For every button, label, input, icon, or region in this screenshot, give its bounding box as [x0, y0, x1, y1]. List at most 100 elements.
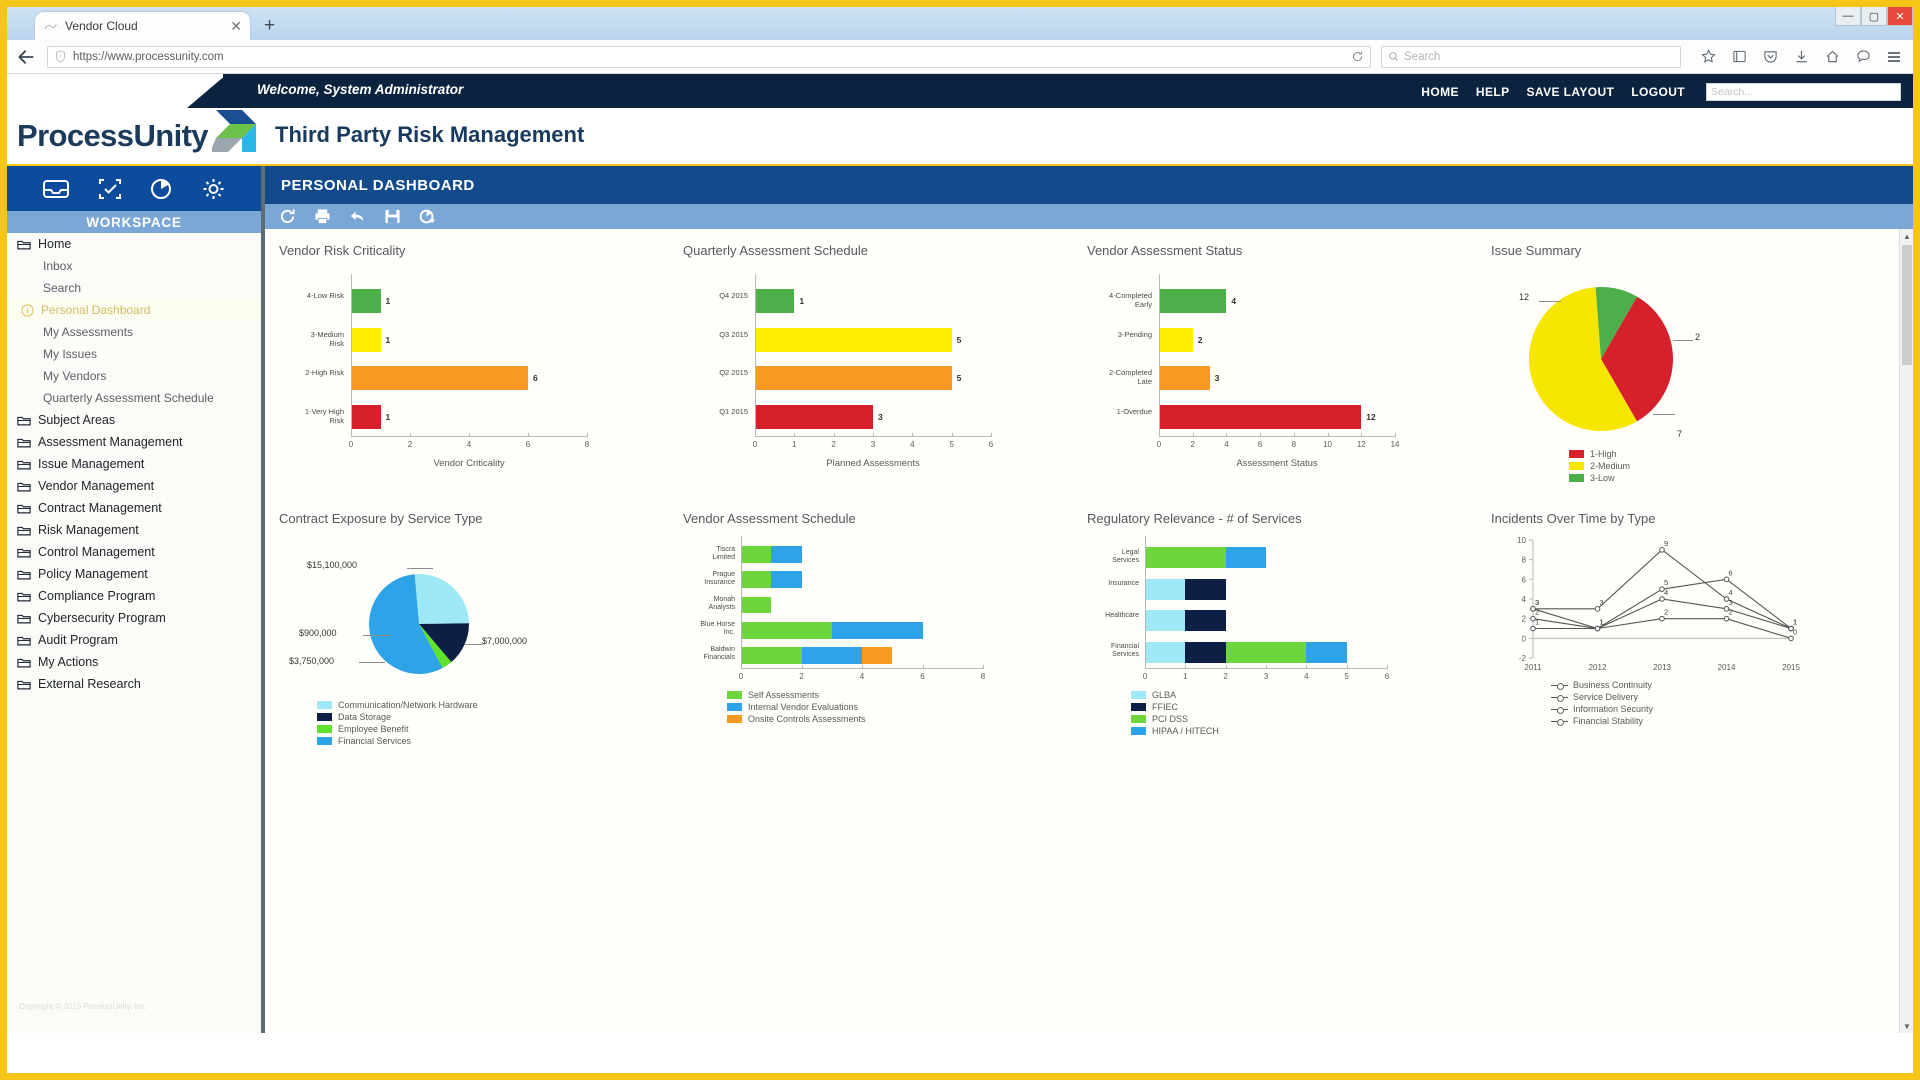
legend-item: GLBA — [1131, 690, 1219, 700]
sidebar-item-inbox[interactable]: Inbox — [7, 255, 261, 277]
x-tick-mark — [1387, 665, 1388, 669]
sidebar-item-subject-areas[interactable]: Subject Areas — [7, 409, 261, 431]
x-tick-mark — [1226, 433, 1227, 437]
refresh-icon[interactable] — [279, 208, 296, 225]
legend-item: Self Assessments — [727, 690, 866, 700]
add-chart-icon[interactable] — [419, 208, 436, 225]
x-tick-label: 2015 — [1782, 663, 1800, 672]
pie-data-label: $7,000,000 — [482, 636, 527, 646]
window-minimize-button[interactable]: — — [1835, 7, 1861, 26]
sidebar-item-policy-management[interactable]: Policy Management — [7, 563, 261, 585]
undo-icon[interactable] — [349, 208, 366, 225]
bar-value-label: 1 — [386, 335, 391, 345]
browser-tab[interactable]: Vendor Cloud ✕ — [35, 12, 250, 40]
hamburger-menu-icon[interactable] — [1883, 46, 1905, 68]
download-icon[interactable] — [1790, 46, 1812, 68]
sidebar-item-issue-management[interactable]: Issue Management — [7, 453, 261, 475]
url-bar[interactable]: i https://www.processunity.com — [47, 46, 1371, 68]
sidebar-item-audit-program[interactable]: Audit Program — [7, 629, 261, 651]
bar-category-label: 2-High Risk — [279, 368, 344, 377]
nav-logout-link[interactable]: LOGOUT — [1631, 85, 1685, 99]
brand-logo[interactable]: ProcessUnity — [17, 112, 268, 160]
data-point — [1789, 636, 1794, 641]
y-axis-line — [755, 274, 756, 436]
legend-label: Self Assessments — [748, 690, 819, 700]
chart-plot-area: $15,100,000$7,000,000$3,750,000$900,000C… — [279, 532, 683, 746]
welcome-message: Welcome, System Administrator — [257, 82, 463, 97]
folder-icon — [17, 503, 31, 514]
page-info-icon[interactable]: i — [54, 50, 67, 63]
scroll-up-icon[interactable]: ▲ — [1900, 229, 1913, 243]
folder-icon — [17, 591, 31, 602]
header-nav: HOME HELP SAVE LAYOUT LOGOUT Search... — [1421, 83, 1901, 101]
chart-title: Contract Exposure by Service Type — [279, 511, 683, 526]
sidebar-item-cybersecurity-program[interactable]: Cybersecurity Program — [7, 607, 261, 629]
bookmark-star-icon[interactable] — [1697, 46, 1719, 68]
browser-search-bar[interactable]: Search — [1381, 46, 1681, 68]
x-tick-label: 4 — [1304, 672, 1308, 681]
vertical-scroll-thumb[interactable] — [1902, 245, 1912, 365]
save-icon[interactable] — [384, 208, 401, 225]
reload-icon[interactable] — [1351, 50, 1364, 63]
gear-icon[interactable] — [201, 177, 226, 201]
line-series — [1533, 599, 1791, 629]
bar-category-label: Prague Insurance — [683, 571, 735, 587]
sidebar-item-vendor-management[interactable]: Vendor Management — [7, 475, 261, 497]
sidebar-item-my-actions[interactable]: My Actions — [7, 651, 261, 673]
sidebar-item-my-vendors[interactable]: My Vendors — [7, 365, 261, 387]
x-tick-label: 3 — [1264, 672, 1268, 681]
y-tick-label: 2 — [1522, 615, 1527, 624]
new-tab-button[interactable]: + — [264, 16, 275, 35]
x-tick-mark — [1145, 665, 1146, 669]
legend-item: Financial Stability — [1551, 716, 1653, 726]
chart-title: Vendor Risk Criticality — [279, 243, 683, 258]
vertical-scrollbar[interactable]: ▲ ▼ — [1899, 229, 1913, 1033]
scroll-down-icon[interactable]: ▼ — [1900, 1019, 1913, 1033]
folder-icon — [17, 481, 31, 492]
assessment-icon[interactable] — [97, 177, 123, 201]
back-arrow-icon[interactable] — [15, 46, 37, 68]
sidebar-item-risk-management[interactable]: Risk Management — [7, 519, 261, 541]
browser-window: Vendor Cloud ✕ + — ▢ ✕ i https://www.pro… — [0, 0, 1920, 1080]
x-tick-mark — [834, 433, 835, 437]
legend-swatch — [317, 737, 332, 745]
sidebar-item-label: My Issues — [43, 347, 97, 361]
pie-leader-line — [407, 568, 433, 569]
legend-swatch — [1569, 462, 1584, 470]
stacked-bar-segment — [1226, 547, 1266, 568]
pocket-icon[interactable] — [1759, 46, 1781, 68]
home-icon[interactable] — [1821, 46, 1843, 68]
sidebar-item-control-management[interactable]: Control Management — [7, 541, 261, 563]
sidebar-item-quarterly-assessment-schedule[interactable]: Quarterly Assessment Schedule — [7, 387, 261, 409]
sidebar-item-my-assessments[interactable]: My Assessments — [7, 321, 261, 343]
reading-list-icon[interactable] — [1728, 46, 1750, 68]
chart-icon[interactable] — [149, 177, 174, 201]
sidebar-item-my-issues[interactable]: My Issues — [7, 343, 261, 365]
sidebar-item-search[interactable]: Search — [7, 277, 261, 299]
sidebar-item-personal-dashboard[interactable]: Personal Dashboard — [7, 299, 261, 321]
x-tick-mark — [912, 433, 913, 437]
sidebar-item-assessment-management[interactable]: Assessment Management — [7, 431, 261, 453]
chart-legend: Self AssessmentsInternal Vendor Evaluati… — [727, 690, 866, 724]
sidebar-item-external-research[interactable]: External Research — [7, 673, 261, 695]
y-tick-label: 0 — [1522, 634, 1527, 643]
sync-chat-icon[interactable] — [1852, 46, 1874, 68]
sidebar-item-compliance-program[interactable]: Compliance Program — [7, 585, 261, 607]
bar-category-label: 1-Very High Risk — [279, 407, 344, 425]
print-icon[interactable] — [314, 208, 331, 225]
pie-leader-line — [1673, 340, 1693, 341]
x-tick-mark — [1226, 665, 1227, 669]
app-search-input[interactable]: Search... — [1706, 83, 1901, 101]
x-tick-label: 5 — [1344, 672, 1348, 681]
x-tick-mark — [1185, 665, 1186, 669]
nav-home-link[interactable]: HOME — [1421, 85, 1459, 99]
window-maximize-button[interactable]: ▢ — [1861, 7, 1887, 26]
sidebar-item-home[interactable]: Home — [7, 233, 261, 255]
tab-close-icon[interactable]: ✕ — [230, 19, 242, 33]
x-tick-label: 6 — [1385, 672, 1389, 681]
sidebar-item-contract-management[interactable]: Contract Management — [7, 497, 261, 519]
nav-save-layout-link[interactable]: SAVE LAYOUT — [1527, 85, 1615, 99]
inbox-icon[interactable] — [42, 177, 70, 201]
nav-help-link[interactable]: HELP — [1476, 85, 1510, 99]
window-close-button[interactable]: ✕ — [1887, 7, 1913, 26]
